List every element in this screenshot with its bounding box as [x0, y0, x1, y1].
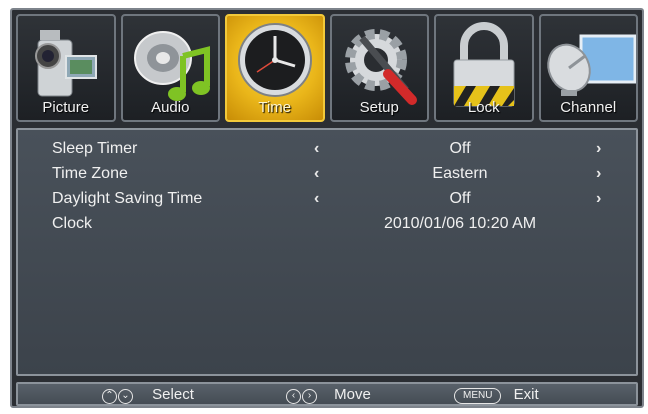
- setting-row-sleep-timer[interactable]: Sleep Timer ‹ Off ›: [18, 138, 636, 162]
- menu-key-icon: MENU: [454, 388, 502, 404]
- tab-picture[interactable]: Picture: [16, 14, 116, 122]
- chevron-left-icon[interactable]: ‹: [314, 190, 319, 208]
- chevron-right-icon[interactable]: ›: [596, 165, 601, 183]
- tab-label: Picture: [42, 99, 90, 116]
- up-arrow-icon: ⌃: [102, 389, 117, 404]
- chevron-right-icon[interactable]: ›: [596, 140, 601, 158]
- setting-row-daylight-saving-time[interactable]: Daylight Saving Time ‹ Off ›: [18, 188, 636, 212]
- tab-audio[interactable]: Audio: [120, 14, 220, 122]
- setting-value: 2010/01/06 10:20 AM: [383, 215, 537, 232]
- hint-select: ⌃ ⌄ Select: [102, 386, 194, 404]
- hint-move: ‹ › Move: [286, 386, 371, 404]
- chevron-left-icon[interactable]: ‹: [314, 140, 319, 158]
- hint-label: Select: [152, 386, 194, 403]
- hint-bar: ⌃ ⌄ Select ‹ › Move MENU Exit: [16, 382, 638, 406]
- setting-value: Off: [449, 140, 471, 157]
- hint-label: Exit: [513, 386, 539, 403]
- time-settings-panel: Sleep Timer ‹ Off › Time Zone ‹ Eastern …: [16, 128, 638, 376]
- hint-label: Move: [334, 386, 371, 403]
- tab-time[interactable]: Time: [225, 14, 325, 122]
- left-arrow-icon: ‹: [286, 389, 301, 404]
- tv-osd-menu: Picture Audio Time Setup Lock Channel Sl…: [10, 8, 644, 408]
- chevron-right-icon[interactable]: ›: [596, 190, 601, 208]
- tab-setup[interactable]: Setup: [329, 14, 429, 122]
- setting-value: Eastern: [432, 165, 488, 182]
- tab-label: Channel: [560, 99, 617, 116]
- chevron-left-icon[interactable]: ‹: [314, 165, 319, 183]
- tab-label: Setup: [359, 99, 399, 116]
- tab-label: Lock: [467, 99, 500, 116]
- setting-value: Off: [449, 190, 471, 207]
- setting-label: Time Zone: [52, 165, 128, 182]
- tab-channel[interactable]: Channel: [538, 14, 638, 122]
- tab-label: Time: [258, 99, 292, 116]
- down-arrow-icon: ⌄: [118, 389, 133, 404]
- right-arrow-icon: ›: [302, 389, 317, 404]
- tab-label: Audio: [151, 99, 190, 116]
- setting-row-time-zone[interactable]: Time Zone ‹ Eastern ›: [18, 163, 636, 187]
- setting-row-clock: Clock 2010/01/06 10:20 AM: [18, 213, 636, 237]
- tab-lock[interactable]: Lock: [434, 14, 534, 122]
- menu-tabs: Picture Audio Time Setup Lock Channel: [16, 14, 638, 124]
- setting-label: Daylight Saving Time: [52, 190, 203, 207]
- setting-label: Clock: [52, 215, 93, 232]
- hint-exit: MENU Exit: [454, 386, 539, 404]
- setting-label: Sleep Timer: [52, 140, 138, 157]
